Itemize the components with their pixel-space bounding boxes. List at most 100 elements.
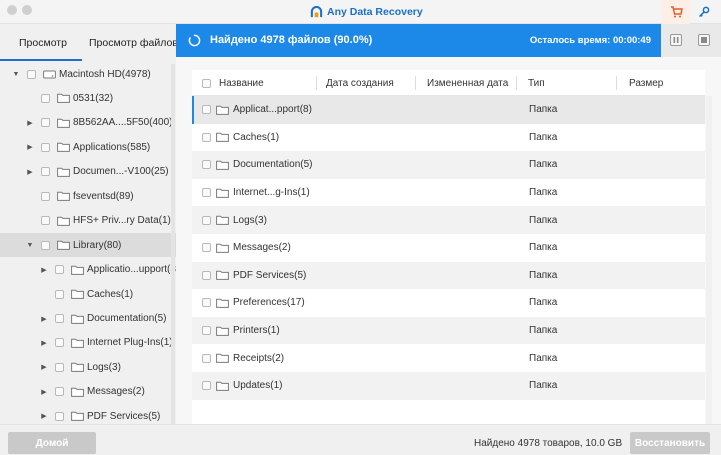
column-size[interactable]: Размер: [629, 78, 663, 89]
row-checkbox[interactable]: [202, 105, 211, 115]
table-row[interactable]: Printers(1) Папка: [192, 316, 705, 345]
tree-item[interactable]: ▶ PDF Services(5): [0, 404, 176, 424]
column-name[interactable]: Название: [219, 78, 264, 89]
tab-file-view[interactable]: Просмотр файлов: [89, 37, 176, 49]
app-logo-icon: [310, 5, 323, 17]
tree-item-checkbox[interactable]: [55, 387, 64, 397]
tree-item[interactable]: Caches(1): [0, 282, 176, 306]
column-divider: [616, 76, 617, 90]
table-row[interactable]: Messages(2) Папка: [192, 234, 705, 262]
table-row[interactable]: Documentation(5) Папка: [192, 151, 705, 179]
expand-arrow-icon[interactable]: ▶: [26, 168, 34, 176]
expand-arrow-icon[interactable]: ▶: [40, 388, 48, 396]
tree-scrollbar[interactable]: [171, 64, 175, 424]
tree-item-checkbox[interactable]: [41, 142, 50, 152]
tree-item[interactable]: ▶ Applicatio...upport(8): [0, 258, 176, 282]
tree-item-checkbox[interactable]: [27, 69, 36, 79]
folder-icon: [216, 381, 229, 391]
home-button[interactable]: Домой: [8, 432, 96, 454]
row-checkbox[interactable]: [202, 215, 211, 225]
tree-item-checkbox[interactable]: [41, 167, 50, 177]
expand-arrow-icon[interactable]: ▶: [40, 339, 48, 347]
tree-item-checkbox[interactable]: [41, 240, 50, 250]
tree-item[interactable]: ▶ 8B562AA....5F50(400): [0, 111, 176, 135]
expand-arrow-icon[interactable]: ▶: [40, 266, 48, 274]
tree-item[interactable]: ▼ Library(80): [0, 233, 176, 258]
left-panel: Просмотр Просмотр файлов ▼ Macintosh HD(4…: [0, 24, 176, 424]
tree-item[interactable]: ▶ Logs(3): [0, 355, 176, 379]
expand-arrow-icon[interactable]: ▶: [40, 315, 48, 323]
results-panel: Найдено 4978 файлов (90.0%) Осталось вре…: [176, 24, 721, 424]
row-checkbox[interactable]: [202, 160, 211, 170]
row-type: Папка: [529, 131, 558, 143]
tree-item-checkbox[interactable]: [55, 362, 64, 372]
row-checkbox[interactable]: [202, 381, 211, 391]
column-divider: [415, 76, 416, 90]
expand-arrow-icon[interactable]: ▶: [40, 363, 48, 371]
column-created[interactable]: Дата создания: [326, 78, 394, 89]
tree-item[interactable]: HFS+ Priv...ry Data(1): [0, 209, 176, 233]
row-type: Папка: [529, 214, 558, 226]
table-row[interactable]: PDF Services(5) Папка: [192, 261, 705, 290]
expand-arrow-icon[interactable]: ▶: [40, 412, 48, 420]
register-button[interactable]: [690, 0, 718, 24]
tree-item[interactable]: 0531(32): [0, 86, 176, 110]
select-all-checkbox[interactable]: [202, 79, 211, 88]
folder-icon: [216, 270, 229, 281]
row-name: Applicat...pport(8): [233, 104, 312, 116]
folder-icon: [71, 411, 84, 422]
tree-item-label: Applicatio...upport(8): [87, 264, 176, 276]
column-modified[interactable]: Измененная дата: [427, 78, 508, 89]
folder-icon: [216, 215, 229, 226]
minimize-window-button[interactable]: [22, 5, 32, 15]
tree-item-checkbox[interactable]: [55, 338, 64, 348]
tree-item[interactable]: ▶ Messages(2): [0, 380, 176, 404]
close-window-button[interactable]: [7, 5, 17, 15]
tree-item-checkbox[interactable]: [55, 289, 64, 299]
folder-icon: [216, 243, 229, 253]
expand-arrow-icon[interactable]: ▶: [26, 119, 34, 127]
tree-item-label: Internet Plug-Ins(1): [87, 337, 173, 349]
row-name: Internet...g-Ins(1): [233, 187, 310, 199]
row-checkbox[interactable]: [202, 298, 211, 308]
table-row[interactable]: Internet...g-Ins(1) Папка: [192, 179, 705, 207]
tree-item[interactable]: ▼ Macintosh HD(4978): [0, 62, 176, 86]
expand-arrow-icon[interactable]: ▶: [26, 143, 34, 151]
tree-item[interactable]: ▶ Applications(585): [0, 135, 176, 159]
collapse-arrow-icon[interactable]: ▼: [26, 241, 34, 249]
row-checkbox[interactable]: [202, 326, 211, 336]
row-checkbox[interactable]: [202, 132, 211, 142]
recover-button[interactable]: Восстановить: [630, 432, 710, 454]
tree-item-checkbox[interactable]: [55, 314, 64, 323]
pause-button[interactable]: [670, 34, 682, 46]
tree-item-checkbox[interactable]: [55, 265, 64, 275]
table-row[interactable]: Updates(1) Папка: [192, 372, 705, 400]
column-type[interactable]: Тип: [528, 78, 545, 89]
scan-controls: [661, 24, 721, 57]
row-checkbox[interactable]: [202, 353, 211, 363]
tree-item-checkbox[interactable]: [41, 118, 50, 128]
table-row[interactable]: Applicat...pport(8) Папка: [192, 96, 705, 124]
collapse-arrow-icon[interactable]: ▼: [12, 70, 20, 78]
table-row[interactable]: Receipts(2) Папка: [192, 344, 705, 372]
row-checkbox[interactable]: [202, 243, 211, 253]
row-checkbox[interactable]: [202, 188, 211, 198]
folder-icon: [216, 188, 229, 198]
folder-icon: [57, 118, 70, 128]
tree-item-checkbox[interactable]: [41, 191, 50, 201]
row-checkbox[interactable]: [202, 270, 211, 280]
tree-item[interactable]: ▶ Internet Plug-Ins(1): [0, 331, 176, 355]
stop-button[interactable]: [698, 34, 710, 46]
table-row[interactable]: Logs(3) Папка: [192, 206, 705, 234]
cart-button[interactable]: [662, 0, 690, 24]
tree-item[interactable]: ▶ Documentation(5): [0, 307, 176, 331]
table-row[interactable]: Caches(1) Папка: [192, 124, 705, 152]
tree-item-checkbox[interactable]: [41, 216, 50, 226]
tree-item[interactable]: ▶ Documen...-V100(25): [0, 160, 176, 184]
table-row[interactable]: Preferences(17) Папка: [192, 289, 705, 317]
tab-overview[interactable]: Просмотр: [19, 37, 67, 49]
tree-item[interactable]: fseventsd(89): [0, 184, 176, 208]
tree-item-checkbox[interactable]: [41, 93, 50, 103]
table-scrollbar[interactable]: [706, 96, 712, 424]
tree-item-checkbox[interactable]: [55, 411, 64, 421]
